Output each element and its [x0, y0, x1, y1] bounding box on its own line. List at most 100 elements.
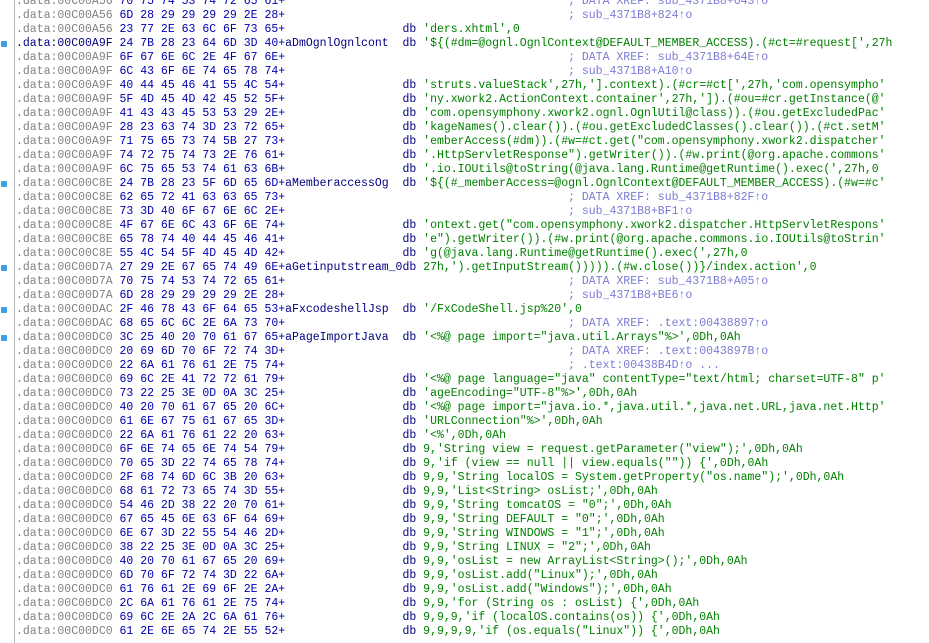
- data-label[interactable]: aDmOgnlOgnlcont: [285, 37, 402, 51]
- line-address[interactable]: .data:00C00A9F: [16, 79, 120, 93]
- line-address[interactable]: .data:00C00A9F: [16, 51, 120, 65]
- line-address[interactable]: .data:00C00A56: [16, 0, 120, 9]
- listing-line[interactable]: .data:00C00C8E 65 78 74 40 44 45 46 41+ db…: [16, 233, 929, 247]
- line-address[interactable]: .data:00C00A9F: [16, 37, 120, 51]
- listing-line[interactable]: .data:00C00DAC 68 65 6C 6C 2E 6A 73 70+ ; …: [16, 317, 929, 331]
- line-address[interactable]: .data:00C00DC0: [16, 443, 120, 457]
- line-address[interactable]: .data:00C00DC0: [16, 513, 120, 527]
- listing-line[interactable]: .data:00C00A9F 41 43 43 45 53 53 29 2E+ db…: [16, 107, 929, 121]
- line-address[interactable]: .data:00C00A9F: [16, 149, 120, 163]
- xref-comment[interactable]: ; DATA XREF: sub_4371B8+A05↑o: [568, 275, 768, 289]
- listing-line[interactable]: .data:00C00DC0 2F 68 74 6D 6C 3B 20 63+ db…: [16, 471, 929, 485]
- xref-comment[interactable]: ; sub_4371B8+A10↑o: [568, 65, 692, 79]
- xref-comment[interactable]: ; DATA XREF: sub_4371B8+82F↑o: [568, 191, 768, 205]
- listing-line[interactable]: .data:00C00C8E 73 3D 40 6F 67 6E 6C 2E+ ; …: [16, 205, 929, 219]
- line-address[interactable]: .data:00C00DC0: [16, 429, 120, 443]
- line-address[interactable]: .data:00C00DC0: [16, 345, 120, 359]
- listing-line[interactable]: .data:00C00DC0 61 76 61 2E 69 6F 2E 2A+ db…: [16, 583, 929, 597]
- line-address[interactable]: .data:00C00C8E: [16, 247, 120, 261]
- listing-line[interactable]: .data:00C00C8E 62 65 72 41 63 63 65 73+ ; …: [16, 191, 929, 205]
- line-address[interactable]: .data:00C00DC0: [16, 625, 120, 639]
- line-address[interactable]: .data:00C00A9F: [16, 121, 120, 135]
- line-address[interactable]: .data:00C00DC0: [16, 415, 120, 429]
- line-address[interactable]: .data:00C00D7A: [16, 261, 120, 275]
- listing-line[interactable]: .data:00C00C8E 4F 67 6E 6C 43 6F 6E 74+ db…: [16, 219, 929, 233]
- listing-line[interactable]: .data:00C00DC0 22 6A 61 76 61 22 20 63+ db…: [16, 429, 929, 443]
- xref-comment[interactable]: ; DATA XREF: .text:00438897↑o: [568, 317, 768, 331]
- listing-line[interactable]: .data:00C00A9F 74 72 75 74 73 2E 76 61+ db…: [16, 149, 929, 163]
- line-address[interactable]: .data:00C00DC0: [16, 359, 120, 373]
- line-address[interactable]: .data:00C00DAC: [16, 303, 120, 317]
- line-address[interactable]: .data:00C00A9F: [16, 163, 120, 177]
- listing-line[interactable]: .data:00C00DC0 3C 25 40 20 70 61 67 65+aP…: [1, 331, 929, 345]
- listing-line[interactable]: .data:00C00A9F 24 7B 28 23 64 6D 3D 40+aD…: [1, 37, 929, 51]
- line-address[interactable]: .data:00C00D7A: [16, 289, 120, 303]
- listing-line[interactable]: .data:00C00DC0 61 2E 6E 65 74 2E 55 52+ db…: [16, 625, 929, 639]
- disassembly-listing[interactable]: .data:00C00A56 70 75 74 53 74 72 65 61+; …: [1, 0, 929, 639]
- line-address[interactable]: .data:00C00A9F: [16, 93, 120, 107]
- data-label[interactable]: aGetinputstream_0: [285, 261, 402, 275]
- listing-line[interactable]: .data:00C00A9F 5F 4D 45 4D 42 45 52 5F+ db…: [16, 93, 929, 107]
- xref-comment[interactable]: ; sub_4371B8+824↑o: [568, 9, 692, 23]
- listing-line[interactable]: .data:00C00DC0 73 22 25 3E 0D 0A 3C 25+ db…: [16, 387, 929, 401]
- line-address[interactable]: .data:00C00DC0: [16, 569, 120, 583]
- listing-line[interactable]: .data:00C00A56 70 75 74 53 74 72 65 61+ ; …: [16, 0, 929, 9]
- line-address[interactable]: .data:00C00DC0: [16, 373, 120, 387]
- listing-line[interactable]: .data:00C00A9F 6C 43 6F 6E 74 65 78 74+ ; …: [16, 65, 929, 79]
- line-address[interactable]: .data:00C00DC0: [16, 457, 120, 471]
- xref-comment[interactable]: ; .text:00438B4D↑o ...: [568, 359, 720, 373]
- data-label[interactable]: aPageImportJava: [285, 331, 402, 345]
- listing-line[interactable]: .data:00C00DC0 20 69 6D 70 6F 72 74 3D+ ; …: [16, 345, 929, 359]
- line-address[interactable]: .data:00C00DAC: [16, 317, 120, 331]
- listing-line[interactable]: .data:00C00DC0 54 46 2D 38 22 20 70 61+ db…: [16, 499, 929, 513]
- line-address[interactable]: .data:00C00C8E: [16, 177, 120, 191]
- line-address[interactable]: .data:00C00A9F: [16, 135, 120, 149]
- xref-comment[interactable]: ; sub_4371B8+BF1↑o: [568, 205, 692, 219]
- listing-line[interactable]: .data:00C00DC0 69 6C 2E 41 72 72 61 79+ db…: [16, 373, 929, 387]
- line-address[interactable]: .data:00C00DC0: [16, 527, 120, 541]
- listing-line[interactable]: .data:00C00DC0 40 20 70 61 67 65 20 69+ db…: [16, 555, 929, 569]
- line-address[interactable]: .data:00C00DC0: [16, 499, 120, 513]
- listing-line[interactable]: .data:00C00DC0 6F 6E 74 65 6E 74 54 79+ db…: [16, 443, 929, 457]
- line-address[interactable]: .data:00C00C8E: [16, 205, 120, 219]
- xref-comment[interactable]: ; DATA XREF: sub_4371B8+643↑o: [568, 0, 768, 9]
- listing-line[interactable]: .data:00C00A9F 6F 67 6E 6C 2E 4F 67 6E+ ; …: [16, 51, 929, 65]
- line-address[interactable]: .data:00C00DC0: [16, 611, 120, 625]
- listing-line[interactable]: .data:00C00D7A 27 29 2E 67 65 74 49 6E+aG…: [1, 261, 929, 275]
- line-address[interactable]: .data:00C00C8E: [16, 219, 120, 233]
- line-address[interactable]: .data:00C00DC0: [16, 541, 120, 555]
- listing-line[interactable]: .data:00C00A56 23 77 2E 63 6C 6F 73 65+ db…: [16, 23, 929, 37]
- listing-line[interactable]: .data:00C00A9F 40 44 45 46 41 55 4C 54+ db…: [16, 79, 929, 93]
- line-address[interactable]: .data:00C00A9F: [16, 107, 120, 121]
- xref-comment[interactable]: ; DATA XREF: .text:0043897B↑o: [568, 345, 768, 359]
- line-address[interactable]: .data:00C00DC0: [16, 583, 120, 597]
- line-address[interactable]: .data:00C00DC0: [16, 485, 120, 499]
- line-address[interactable]: .data:00C00A9F: [16, 65, 120, 79]
- listing-line[interactable]: .data:00C00A56 6D 28 29 29 29 29 2E 28+ ; …: [16, 9, 929, 23]
- listing-line[interactable]: .data:00C00D7A 70 75 74 53 74 72 65 61+ ; …: [16, 275, 929, 289]
- listing-line[interactable]: .data:00C00DC0 6D 70 6F 72 74 3D 22 6A+ db…: [16, 569, 929, 583]
- listing-line[interactable]: .data:00C00A9F 28 23 63 74 3D 23 72 65+ db…: [16, 121, 929, 135]
- listing-line[interactable]: .data:00C00DC0 70 65 3D 22 74 65 78 74+ db…: [16, 457, 929, 471]
- listing-line[interactable]: .data:00C00C8E 24 7B 28 23 5F 6D 65 6D+aM…: [1, 177, 929, 191]
- listing-line[interactable]: .data:00C00DC0 68 61 72 73 65 74 3D 55+ db…: [16, 485, 929, 499]
- line-address[interactable]: .data:00C00D7A: [16, 275, 120, 289]
- line-address[interactable]: .data:00C00DC0: [16, 597, 120, 611]
- listing-line[interactable]: .data:00C00DC0 6E 67 3D 22 55 54 46 2D+ db…: [16, 527, 929, 541]
- listing-line[interactable]: .data:00C00DC0 69 6C 2E 2A 2C 6A 61 76+ db…: [16, 611, 929, 625]
- listing-line[interactable]: .data:00C00DC0 67 65 45 6E 63 6F 64 69+ db…: [16, 513, 929, 527]
- line-address[interactable]: .data:00C00DC0: [16, 331, 120, 345]
- data-label[interactable]: aFxcodeshellJsp: [285, 303, 402, 317]
- line-address[interactable]: .data:00C00DC0: [16, 555, 120, 569]
- xref-comment[interactable]: ; sub_4371B8+BE6↑o: [568, 289, 692, 303]
- listing-line[interactable]: .data:00C00DC0 2C 6A 61 76 61 2E 75 74+ db…: [16, 597, 929, 611]
- listing-line[interactable]: .data:00C00A9F 6C 75 65 53 74 61 63 6B+ db…: [16, 163, 929, 177]
- line-address[interactable]: .data:00C00DC0: [16, 401, 120, 415]
- listing-line[interactable]: .data:00C00DC0 22 6A 61 76 61 2E 75 74+ ; …: [16, 359, 929, 373]
- listing-line[interactable]: .data:00C00A9F 71 75 65 73 74 5B 27 73+ db…: [16, 135, 929, 149]
- listing-line[interactable]: .data:00C00DC0 61 6E 67 75 61 67 65 3D+ db…: [16, 415, 929, 429]
- listing-line[interactable]: .data:00C00D7A 6D 28 29 29 29 29 2E 28+ ; …: [16, 289, 929, 303]
- line-address[interactable]: .data:00C00A56: [16, 9, 120, 23]
- listing-line[interactable]: .data:00C00DC0 40 20 70 61 67 65 20 6C+ db…: [16, 401, 929, 415]
- line-address[interactable]: .data:00C00C8E: [16, 233, 120, 247]
